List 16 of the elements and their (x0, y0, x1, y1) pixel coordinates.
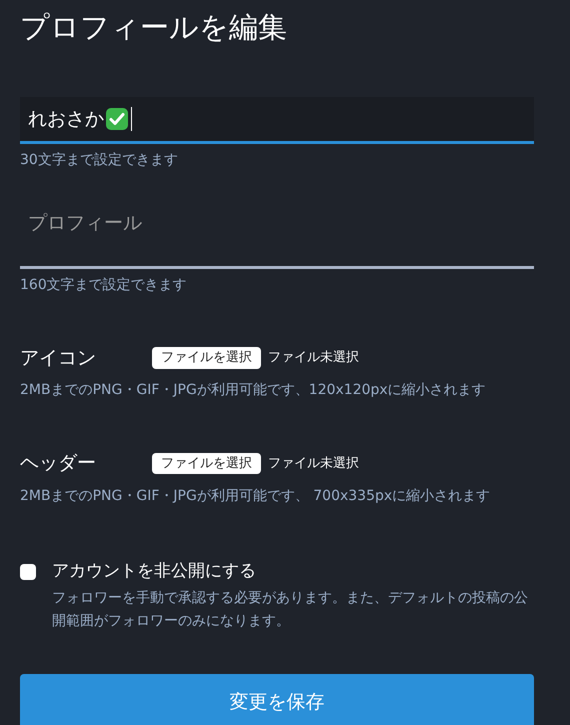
field-hint: 2MBまでのPNG・GIF・JPGが利用可能です、120x120pxに縮小されます (20, 381, 487, 400)
choose-file-button[interactable]: ファイルを選択 (152, 452, 261, 474)
name-field[interactable]: れおさか (20, 96, 534, 144)
checkbox-label: アカウントを非公開にする (52, 560, 257, 583)
field-hint: 160文字まで設定できます (20, 276, 188, 295)
field-hint: 2MBまでのPNG・GIF・JPGが利用可能です、 700x335pxに縮小されます (20, 486, 492, 506)
upload-label: ヘッダー (20, 451, 97, 476)
field-hint: 30文字まで設定できます (20, 150, 179, 170)
upload-label: アイコン (20, 346, 97, 371)
checkbox-hint: フォロワーを手動で承認する必要があります。また、デフォルトの投稿の公開範囲がフォロワーのみになります。 (52, 589, 529, 631)
checkbox[interactable] (20, 564, 36, 580)
choose-file-button[interactable]: ファイルを選択 (152, 347, 261, 369)
file-status: ファイル未選択 (268, 454, 359, 473)
check-mark-icon (105, 106, 129, 131)
page-title: プロフィールを編集 (20, 10, 288, 45)
file-status: ファイル未選択 (268, 349, 359, 368)
